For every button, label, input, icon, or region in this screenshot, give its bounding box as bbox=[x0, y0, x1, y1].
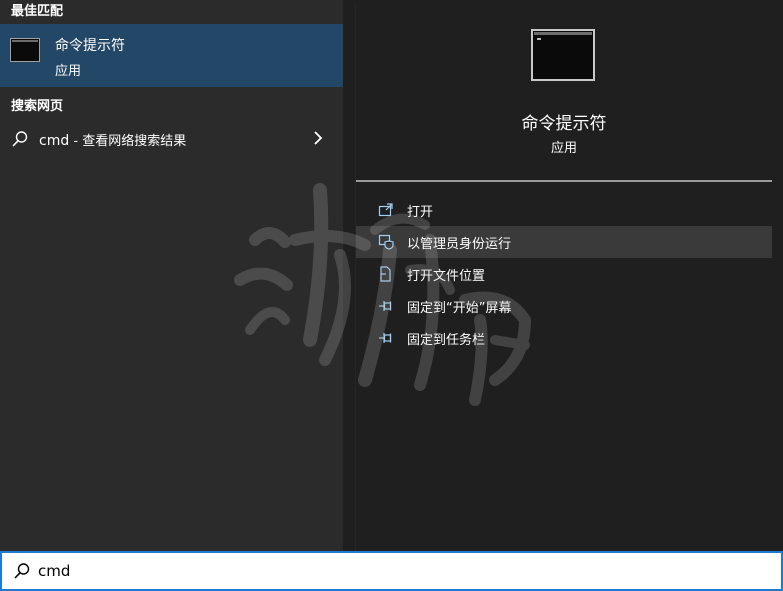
results-pane: 最佳匹配 命令提示符 应用 搜索网页 cmd - 查看网络搜索结果 bbox=[0, 0, 343, 551]
action-pin-to-start-label: 固定到“开始”屏幕 bbox=[407, 301, 512, 316]
search-icon bbox=[13, 562, 31, 584]
detail-divider bbox=[356, 180, 772, 182]
start-search-window: 最佳匹配 命令提示符 应用 搜索网页 cmd - 查看网络搜索结果 命令提示符 … bbox=[0, 0, 783, 591]
action-open-file-location[interactable]: 打开文件位置 bbox=[356, 258, 772, 290]
command-prompt-icon bbox=[10, 38, 40, 62]
best-match-title: 命令提示符 bbox=[55, 38, 125, 54]
open-icon bbox=[378, 202, 396, 218]
detail-panel: 命令提示符 应用 打开 以管理员身份运行 打开文件位置 固定到“开始”屏幕 固定… bbox=[355, 4, 772, 551]
action-open-label: 打开 bbox=[407, 205, 434, 220]
search-input[interactable] bbox=[38, 560, 738, 582]
search-bar[interactable] bbox=[0, 551, 783, 591]
action-pin-to-start[interactable]: 固定到“开始”屏幕 bbox=[356, 290, 772, 322]
action-open-file-location-label: 打开文件位置 bbox=[407, 269, 486, 284]
shield-icon bbox=[378, 234, 396, 250]
action-run-as-admin-label: 以管理员身份运行 bbox=[407, 237, 512, 252]
detail-title: 命令提示符 bbox=[521, 114, 607, 134]
best-match-header: 最佳匹配 bbox=[11, 4, 64, 19]
command-prompt-large-icon bbox=[531, 29, 595, 81]
web-search-query: cmd bbox=[39, 133, 70, 149]
web-search-header: 搜索网页 bbox=[11, 99, 64, 114]
file-location-icon bbox=[378, 266, 396, 282]
action-pin-to-taskbar[interactable]: 固定到任务栏 bbox=[356, 322, 772, 354]
action-open[interactable]: 打开 bbox=[356, 194, 772, 226]
pin-icon bbox=[378, 298, 396, 314]
pin-icon bbox=[378, 330, 396, 346]
action-run-as-admin[interactable]: 以管理员身份运行 bbox=[356, 226, 772, 258]
web-search-suffix: - 查看网络搜索结果 bbox=[69, 134, 187, 149]
best-match-subtitle: 应用 bbox=[55, 64, 82, 79]
search-icon bbox=[11, 130, 29, 152]
action-pin-to-taskbar-label: 固定到任务栏 bbox=[407, 333, 486, 348]
web-search-item[interactable]: cmd - 查看网络搜索结果 bbox=[0, 124, 343, 154]
best-match-item[interactable]: 命令提示符 应用 bbox=[0, 24, 343, 87]
detail-pane: 命令提示符 应用 打开 以管理员身份运行 打开文件位置 固定到“开始”屏幕 固定… bbox=[343, 0, 783, 551]
chevron-right-icon[interactable] bbox=[312, 130, 324, 150]
detail-subtitle: 应用 bbox=[550, 141, 577, 156]
